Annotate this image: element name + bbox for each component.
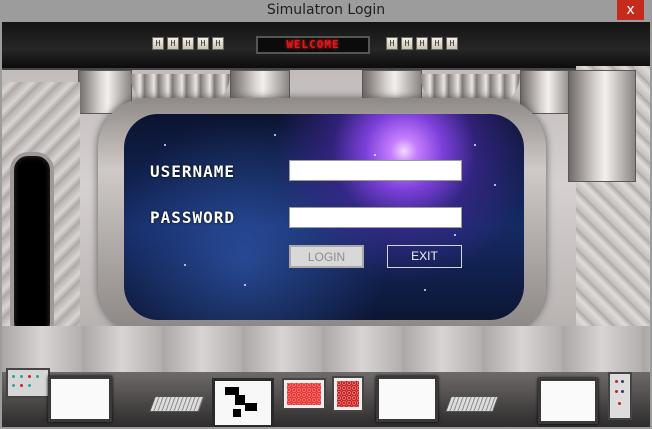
star [424, 289, 426, 291]
pattern-block [233, 409, 241, 417]
mixed-button-grid [332, 376, 364, 412]
panel-key: H [182, 37, 194, 50]
password-input[interactable] [289, 207, 462, 228]
indicator-light [615, 380, 618, 383]
panel-key: H [386, 37, 398, 50]
star [374, 154, 376, 156]
close-icon: x [626, 2, 635, 18]
close-button[interactable]: x [617, 0, 644, 20]
star [454, 234, 456, 236]
indicator-light [28, 375, 31, 378]
panel-key: H [152, 37, 164, 50]
button-panel [6, 368, 50, 398]
top-control-panel: H H H H H WELCOME H H H H H [2, 22, 650, 70]
password-label: PASSWORD [150, 208, 236, 227]
pattern-block [245, 403, 257, 411]
window-title: Simulatron Login [266, 2, 386, 18]
indicator-light [28, 384, 31, 387]
console-keyboard [445, 396, 499, 412]
side-control-panel [608, 372, 632, 420]
console-monitor [48, 376, 112, 422]
pattern-block [225, 387, 239, 395]
button-grid [287, 383, 321, 405]
indicator-light [20, 384, 23, 387]
console-monitor [376, 376, 438, 422]
ceiling-pipe [520, 70, 572, 114]
console-monitor [538, 378, 598, 424]
indicator-light [12, 375, 15, 378]
panel-key: H [431, 37, 443, 50]
panel-key: H [401, 37, 413, 50]
star [274, 134, 276, 136]
indicator-light [621, 380, 624, 383]
spaceship-scene: H H H H H WELCOME H H H H H USERNAME PAS… [2, 22, 650, 427]
panel-key: H [416, 37, 428, 50]
wall-pipe [568, 70, 636, 182]
panel-key: H [212, 37, 224, 50]
title-bar[interactable]: Simulatron Login x [0, 0, 652, 22]
panel-key: H [446, 37, 458, 50]
indicator-light [36, 375, 39, 378]
side-porthole [10, 152, 54, 340]
star [164, 144, 166, 146]
login-button[interactable]: LOGIN [289, 245, 364, 268]
panel-key: H [167, 37, 179, 50]
panel-key: H [197, 37, 209, 50]
exit-button[interactable]: EXIT [387, 245, 462, 268]
indicator-light [12, 384, 15, 387]
username-input[interactable] [289, 160, 462, 181]
indicator-light [20, 375, 23, 378]
login-window: Simulatron Login x H H H H H WELCOME H H… [0, 0, 652, 429]
pattern-display [212, 378, 274, 427]
star [494, 184, 496, 186]
star [244, 284, 246, 286]
star [184, 264, 186, 266]
indicator-light [621, 390, 624, 393]
indicator-light [615, 390, 618, 393]
pattern-block [235, 395, 245, 405]
username-label: USERNAME [150, 162, 236, 181]
console-keyboard [149, 396, 205, 412]
indicator-light [618, 402, 621, 405]
red-button-grid [282, 378, 326, 410]
welcome-marquee: WELCOME [256, 36, 370, 54]
button-grid [337, 381, 359, 407]
star [474, 144, 476, 146]
